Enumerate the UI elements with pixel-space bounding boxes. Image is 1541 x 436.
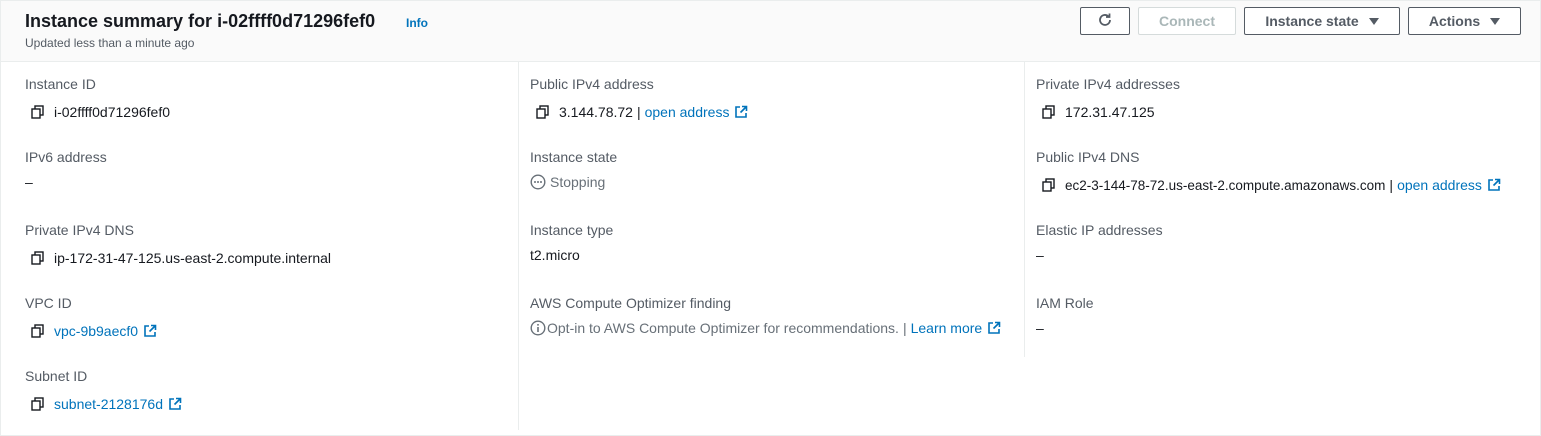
private-dns-text: ip-172-31-47-125.us-east-2.compute.inter… (54, 250, 332, 266)
actions-button[interactable]: Actions (1408, 7, 1521, 35)
public-ip-text: 3.144.78.72 (559, 104, 633, 120)
separator: | (1389, 177, 1394, 193)
copy-icon[interactable] (30, 104, 46, 120)
private-ips-value: 172.31.47.125 (1041, 104, 1155, 120)
private-ips-label: Private IPv4 addresses (1036, 76, 1180, 92)
actions-label: Actions (1428, 13, 1481, 29)
public-dns-text: ec2-3-144-78-72.us-east-2.compute.amazon… (1065, 177, 1386, 193)
private-dns-label: Private IPv4 DNS (25, 222, 134, 238)
subnet-id-link[interactable]: subnet-2128176d (54, 396, 163, 412)
info-link[interactable]: Info (406, 16, 428, 30)
optimizer-text: Opt-in to AWS Compute Optimizer for reco… (547, 320, 899, 336)
copy-icon[interactable] (30, 396, 46, 412)
caret-down-icon (1368, 17, 1379, 25)
public-ip-value: 3.144.78.72 | open address (535, 104, 748, 120)
subnet-id-label: Subnet ID (25, 368, 88, 384)
iam-role-value: – (1036, 320, 1044, 336)
separator: | (902, 320, 907, 336)
pending-status-icon (530, 174, 546, 190)
instance-summary-panel: Instance summary for i-02ffff0d71296fef0… (0, 0, 1541, 436)
instance-type-label: Instance type (530, 222, 614, 238)
ipv6-label: IPv6 address (25, 149, 107, 165)
optimizer-value: Opt-in to AWS Compute Optimizer for reco… (530, 320, 1001, 336)
external-link-icon[interactable] (1487, 178, 1501, 192)
private-dns-value: ip-172-31-47-125.us-east-2.compute.inter… (30, 250, 331, 266)
column-divider (518, 62, 519, 430)
iam-role-label: IAM Role (1036, 295, 1094, 311)
learn-more-link[interactable]: Learn more (911, 320, 983, 336)
connect-button[interactable]: Connect (1138, 7, 1236, 35)
external-link-icon[interactable] (987, 321, 1001, 335)
instance-id-value: i-02ffff0d71296fef0 (30, 104, 170, 120)
updated-timestamp: Updated less than a minute ago (25, 36, 195, 50)
caret-down-icon (1490, 17, 1501, 25)
copy-icon[interactable] (30, 323, 46, 339)
column-divider (1024, 62, 1025, 357)
copy-icon[interactable] (1041, 104, 1057, 120)
public-dns-value: ec2-3-144-78-72.us-east-2.compute.amazon… (1041, 177, 1501, 193)
vpc-id-link[interactable]: vpc-9b9aecf0 (54, 323, 138, 339)
page-title: Instance summary for i-02ffff0d71296fef0 (25, 11, 376, 31)
instance-state-label: Instance state (1265, 13, 1359, 29)
summary-header: Instance summary for i-02ffff0d71296fef0… (1, 1, 1540, 62)
external-link-icon[interactable] (734, 105, 748, 119)
instance-id-label: Instance ID (25, 76, 96, 92)
elastic-ip-value: – (1036, 247, 1044, 263)
elastic-ip-label: Elastic IP addresses (1036, 222, 1163, 238)
ipv6-value: – (25, 174, 33, 190)
refresh-icon (1097, 12, 1113, 31)
refresh-button[interactable] (1080, 7, 1130, 35)
external-link-icon[interactable] (168, 397, 182, 411)
subnet-id-value: subnet-2128176d (30, 396, 182, 412)
external-link-icon[interactable] (143, 324, 157, 338)
vpc-id-label: VPC ID (25, 295, 72, 311)
open-address-link[interactable]: open address (645, 104, 730, 120)
optimizer-label: AWS Compute Optimizer finding (530, 295, 731, 311)
private-ips-text: 172.31.47.125 (1065, 104, 1155, 120)
info-icon (530, 320, 546, 336)
public-dns-label: Public IPv4 DNS (1036, 149, 1140, 165)
instance-state-value: Stopping (530, 174, 605, 190)
instance-type-value: t2.micro (530, 247, 580, 263)
separator: | (636, 104, 641, 120)
open-address-link[interactable]: open address (1397, 177, 1482, 193)
instance-state-field-label: Instance state (530, 149, 618, 165)
copy-icon[interactable] (1041, 177, 1057, 193)
instance-id-text: i-02ffff0d71296fef0 (54, 104, 170, 120)
vpc-id-value: vpc-9b9aecf0 (30, 323, 157, 339)
copy-icon[interactable] (30, 250, 46, 266)
instance-state-text: Stopping (550, 174, 606, 190)
public-ip-label: Public IPv4 address (530, 76, 654, 92)
copy-icon[interactable] (535, 104, 551, 120)
instance-state-button[interactable]: Instance state (1244, 7, 1400, 35)
